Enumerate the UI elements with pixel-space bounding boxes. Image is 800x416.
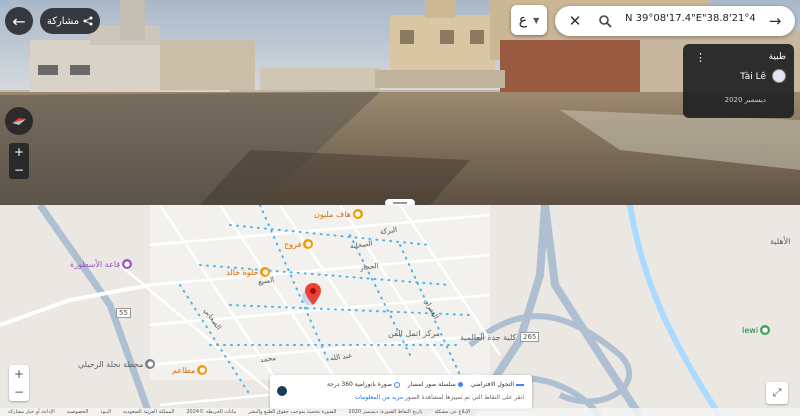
legend-hint-text: انقر على النقاط التي تم تمييزها لمشاهدة …: [405, 394, 524, 401]
place-icon: ●: [760, 325, 771, 335]
line-key-icon: [516, 383, 524, 386]
poi-station[interactable]: محطة نحلة الرحيلي ●: [78, 359, 156, 369]
zoom-out-icon[interactable]: −: [9, 383, 29, 401]
footer-item: بيانات الخريطة ©2024: [186, 409, 237, 415]
footer-item: المملكة العربية السعودية: [123, 409, 175, 415]
poi-hafi[interactable]: هاف مليون ●: [314, 209, 363, 219]
photo-card-title: طبية: [768, 52, 786, 62]
language-selector[interactable]: ع ▼: [511, 5, 547, 35]
poi-taj[interactable]: مطاعم ●: [172, 365, 208, 375]
poi-label: الأهلية: [770, 237, 791, 246]
venue-icon: ●: [122, 259, 133, 269]
compass-button[interactable]: [5, 107, 33, 135]
road-shield-55: 55: [116, 308, 131, 318]
legend-line: سلسلة صور لمسار: [408, 381, 463, 388]
poi-college[interactable]: كلية جدة العالمية: [460, 333, 516, 342]
pegman-icon[interactable]: [277, 386, 287, 396]
road-shield-265: 265: [520, 332, 540, 342]
more-vert-icon[interactable]: ⋮: [695, 51, 706, 64]
search-icon[interactable]: [591, 6, 619, 36]
caret-down-icon: ▼: [533, 15, 540, 25]
poi-label: Iewi: [742, 325, 759, 335]
restaurant-icon: ●: [197, 365, 208, 375]
expand-map-icon[interactable]: ⤢: [766, 382, 788, 404]
poi-label: محطة نحلة الرحيلي: [78, 359, 144, 369]
photo-date: ديسمبر 2020: [724, 96, 766, 104]
restaurant-icon: ●: [352, 209, 363, 219]
zoom-out-icon[interactable]: −: [9, 161, 29, 179]
gas-station-icon: ●: [145, 359, 156, 369]
footer-item[interactable]: الإذاعة أو خيار مشاركة: [8, 409, 55, 415]
footer-item[interactable]: الخصوصية: [67, 409, 89, 415]
legend-label: سلسلة صور لمسار: [407, 381, 456, 388]
footer-item[interactable]: الإبلاغ عن مشكلة: [434, 409, 470, 415]
poi-label: مطاعم: [172, 365, 196, 375]
footer-item[interactable]: البنود: [100, 409, 111, 415]
mini-map[interactable]: هاف مليون ● فروج ● حلوة خالد ● قاعة الأس…: [0, 205, 800, 416]
poi-iewi[interactable]: Iewi ●: [742, 325, 771, 335]
zoom-in-icon[interactable]: +: [9, 143, 29, 161]
legend-virtual: التجول الافتراضي: [471, 381, 524, 388]
share-button[interactable]: مشاركة: [40, 8, 100, 34]
poi-label: فروج: [284, 239, 302, 249]
restaurant-icon: ●: [303, 239, 314, 249]
poi-hilwa[interactable]: حلوة خالد ●: [226, 267, 271, 277]
avatar[interactable]: [772, 69, 786, 83]
zoom-in-icon[interactable]: +: [9, 365, 29, 383]
poi-label: كلية جدة العالمية: [460, 333, 517, 342]
poi-label: مركز اتمل الفن: [388, 329, 440, 338]
search-input[interactable]: [625, 13, 755, 24]
location-pin-icon[interactable]: [305, 283, 321, 305]
legend-label: التجول الافتراضي: [470, 381, 515, 388]
poi-ahlia[interactable]: الأهلية: [770, 237, 790, 246]
directions-arrow-icon[interactable]: →: [761, 6, 789, 36]
search-bar: ✕ →: [555, 6, 795, 36]
legend-label: صورة بانورامية 360 درجة: [327, 381, 392, 388]
street-view-legend: التجول الافتراضي سلسلة صور لمسار صورة با…: [270, 375, 532, 409]
poi-label: حلوة خالد: [226, 267, 259, 277]
footer-item: تاريخ التقاط الصورة: ديسمبر 2020: [348, 409, 423, 415]
compass-icon: [12, 118, 26, 125]
street-view-panorama[interactable]: ← مشاركة ع ▼ ✕ → ⋮ طبية Tài Lê ديسمبر 20…: [0, 0, 800, 205]
language-label: ع: [518, 12, 528, 28]
share-label: مشاركة: [46, 15, 80, 27]
more-info-link[interactable]: مزيد من المعلومات: [355, 394, 404, 401]
footer-item: الصورة محمية بموجب حقوق الطبع والنشر: [248, 409, 337, 415]
back-arrow-icon[interactable]: ←: [5, 7, 33, 35]
poi-school[interactable]: مركز اتمل الفن: [388, 329, 440, 338]
map-footer: الإذاعة أو خيار مشاركة الخصوصية البنود ا…: [0, 408, 800, 416]
poi-qaa[interactable]: قاعة الأسطورة ●: [70, 259, 133, 269]
poi-forouj[interactable]: فروج ●: [284, 239, 314, 249]
share-icon: [83, 16, 93, 26]
poi-label: هاف مليون: [314, 209, 351, 219]
map-zoom-control: + −: [9, 365, 29, 401]
close-icon[interactable]: ✕: [561, 6, 589, 36]
poi-label: قاعة الأسطورة: [70, 259, 121, 269]
street-view-zoom-control: + −: [9, 143, 29, 179]
photo-author[interactable]: Tài Lê: [740, 72, 766, 82]
legend-hint: انقر على النقاط التي تم تمييزها لمشاهدة …: [355, 394, 524, 401]
photo-info-card: ⋮ طبية Tài Lê ديسمبر 2020: [683, 44, 794, 118]
circle-key-icon: [393, 381, 400, 388]
legend-keys: التجول الافتراضي سلسلة صور لمسار صورة با…: [327, 381, 524, 388]
dot-key-icon: [457, 382, 463, 387]
legend-panorama: صورة بانورامية 360 درجة: [327, 381, 400, 388]
